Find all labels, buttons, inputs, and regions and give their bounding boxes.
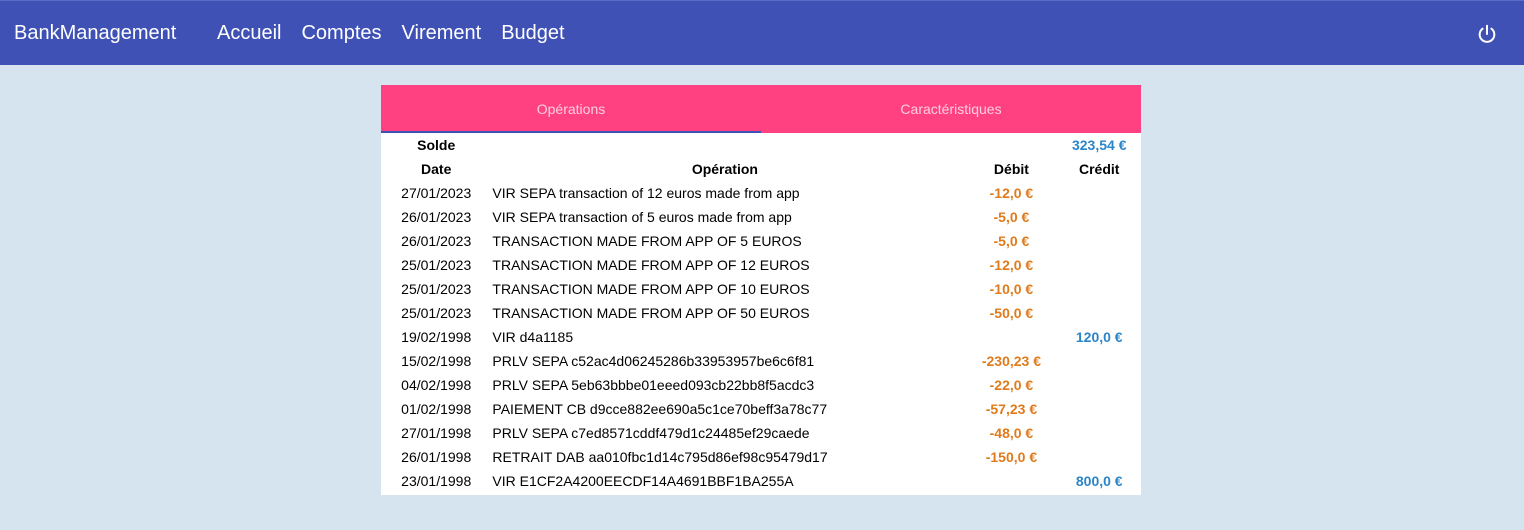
row-credit (1065, 205, 1141, 229)
row-debit: -48,0 € (989, 425, 1034, 441)
col-header-operation: Opération (691, 161, 758, 177)
nav-virement[interactable]: Virement (402, 21, 482, 45)
row-credit: 120,0 € (1075, 329, 1123, 345)
operations-body: 27/01/2023 VIR SEPA transaction of 12 eu… (381, 181, 1141, 493)
top-app-bar: BankManagement Accueil Comptes Virement … (0, 0, 1524, 65)
table-row: 04/02/1998 PRLV SEPA 5eb63bbbe01eeed093c… (381, 373, 1141, 397)
row-credit: 800,0 € (1075, 473, 1123, 489)
row-debit: -12,0 € (989, 257, 1034, 273)
power-icon[interactable] (1476, 23, 1498, 45)
row-date: 15/02/1998 (401, 353, 472, 369)
row-label: VIR d4a1185 (492, 329, 574, 345)
balance-label: Solde (417, 137, 456, 153)
col-header-date: Date (421, 161, 452, 177)
account-tabs: Opérations Caractéristiques (381, 85, 1141, 133)
row-label: PRLV SEPA c7ed8571cddf479d1c24485ef29cae… (492, 425, 810, 441)
row-debit (957, 325, 1065, 349)
row-label: VIR E1CF2A4200EECDF14A4691BBF1BA255A (492, 473, 794, 489)
row-date: 25/01/2023 (401, 281, 472, 297)
table-row: 25/01/2023 TRANSACTION MADE FROM APP OF … (381, 253, 1141, 277)
row-credit (1065, 229, 1141, 253)
col-header-credit: Crédit (1079, 161, 1120, 177)
row-credit (1065, 445, 1141, 469)
row-debit: -150,0 € (985, 449, 1038, 465)
row-date: 01/02/1998 (401, 401, 472, 417)
table-row: 27/01/1998 PRLV SEPA c7ed8571cddf479d1c2… (381, 421, 1141, 445)
row-debit: -230,23 € (981, 353, 1041, 369)
row-date: 27/01/2023 (401, 185, 472, 201)
row-label: PRLV SEPA 5eb63bbbe01eeed093cb22bb8f5acd… (492, 377, 815, 393)
main-nav: Accueil Comptes Virement Budget (217, 21, 565, 45)
row-credit (1065, 373, 1141, 397)
balance-row: Solde 323,54 € (381, 133, 1141, 157)
header-row: Date Opération Débit Crédit (381, 157, 1141, 181)
table-row: 19/02/1998 VIR d4a1185 120,0 € (381, 325, 1141, 349)
row-debit: -5,0 € (993, 209, 1030, 225)
row-credit (1065, 397, 1141, 421)
table-row: 27/01/2023 VIR SEPA transaction of 12 eu… (381, 181, 1141, 205)
table-row: 15/02/1998 PRLV SEPA c52ac4d06245286b339… (381, 349, 1141, 373)
row-debit: -50,0 € (989, 305, 1034, 321)
row-label: VIR SEPA transaction of 5 euros made fro… (492, 209, 792, 225)
row-date: 26/01/2023 (401, 209, 472, 225)
table-row: 26/01/2023 VIR SEPA transaction of 5 eur… (381, 205, 1141, 229)
nav-budget[interactable]: Budget (501, 21, 564, 45)
row-label: PAIEMENT CB d9cce882ee690a5c1ce70beff3a7… (492, 401, 828, 417)
table-row: 23/01/1998 VIR E1CF2A4200EECDF14A4691BBF… (381, 469, 1141, 493)
row-label: VIR SEPA transaction of 12 euros made fr… (492, 185, 800, 201)
row-date: 27/01/1998 (401, 425, 472, 441)
col-header-debit: Débit (993, 161, 1029, 177)
row-credit (1065, 277, 1141, 301)
row-date: 04/02/1998 (401, 377, 472, 393)
balance-value: 323,54 € (1071, 137, 1127, 153)
row-credit (1065, 349, 1141, 373)
row-debit: -12,0 € (989, 185, 1034, 201)
row-date: 26/01/1998 (401, 449, 472, 465)
row-credit (1065, 181, 1141, 205)
tab-operations[interactable]: Opérations (381, 85, 761, 133)
row-date: 19/02/1998 (401, 329, 472, 345)
row-debit (957, 469, 1065, 493)
operations-table: Solde 323,54 € Date Opération Débit Créd… (381, 133, 1141, 493)
row-date: 25/01/2023 (401, 257, 472, 273)
row-debit: -22,0 € (989, 377, 1034, 393)
row-credit (1065, 301, 1141, 325)
nav-comptes[interactable]: Comptes (301, 21, 381, 45)
row-credit (1065, 421, 1141, 445)
table-row: 25/01/2023 TRANSACTION MADE FROM APP OF … (381, 277, 1141, 301)
row-date: 23/01/1998 (401, 473, 472, 489)
table-row: 26/01/1998 RETRAIT DAB aa010fbc1d14c795d… (381, 445, 1141, 469)
tab-caracteristiques[interactable]: Caractéristiques (761, 85, 1141, 133)
row-debit: -57,23 € (985, 401, 1038, 417)
table-row: 01/02/1998 PAIEMENT CB d9cce882ee690a5c1… (381, 397, 1141, 421)
row-debit: -5,0 € (993, 233, 1030, 249)
app-brand[interactable]: BankManagement (14, 21, 176, 45)
row-date: 26/01/2023 (401, 233, 472, 249)
row-label: PRLV SEPA c52ac4d06245286b33953957be6c6f… (492, 353, 815, 369)
table-row: 26/01/2023 TRANSACTION MADE FROM APP OF … (381, 229, 1141, 253)
row-label: TRANSACTION MADE FROM APP OF 5 EUROS (492, 233, 802, 249)
row-label: TRANSACTION MADE FROM APP OF 12 EUROS (492, 257, 810, 273)
nav-accueil[interactable]: Accueil (217, 21, 281, 45)
row-label: TRANSACTION MADE FROM APP OF 10 EUROS (492, 281, 810, 297)
row-credit (1065, 253, 1141, 277)
row-label: TRANSACTION MADE FROM APP OF 50 EUROS (492, 305, 810, 321)
row-date: 25/01/2023 (401, 305, 472, 321)
account-card: Opérations Caractéristiques Solde 323,54… (381, 85, 1141, 495)
table-row: 25/01/2023 TRANSACTION MADE FROM APP OF … (381, 301, 1141, 325)
row-debit: -10,0 € (989, 281, 1034, 297)
row-label: RETRAIT DAB aa010fbc1d14c795d86ef98c9547… (492, 449, 828, 465)
